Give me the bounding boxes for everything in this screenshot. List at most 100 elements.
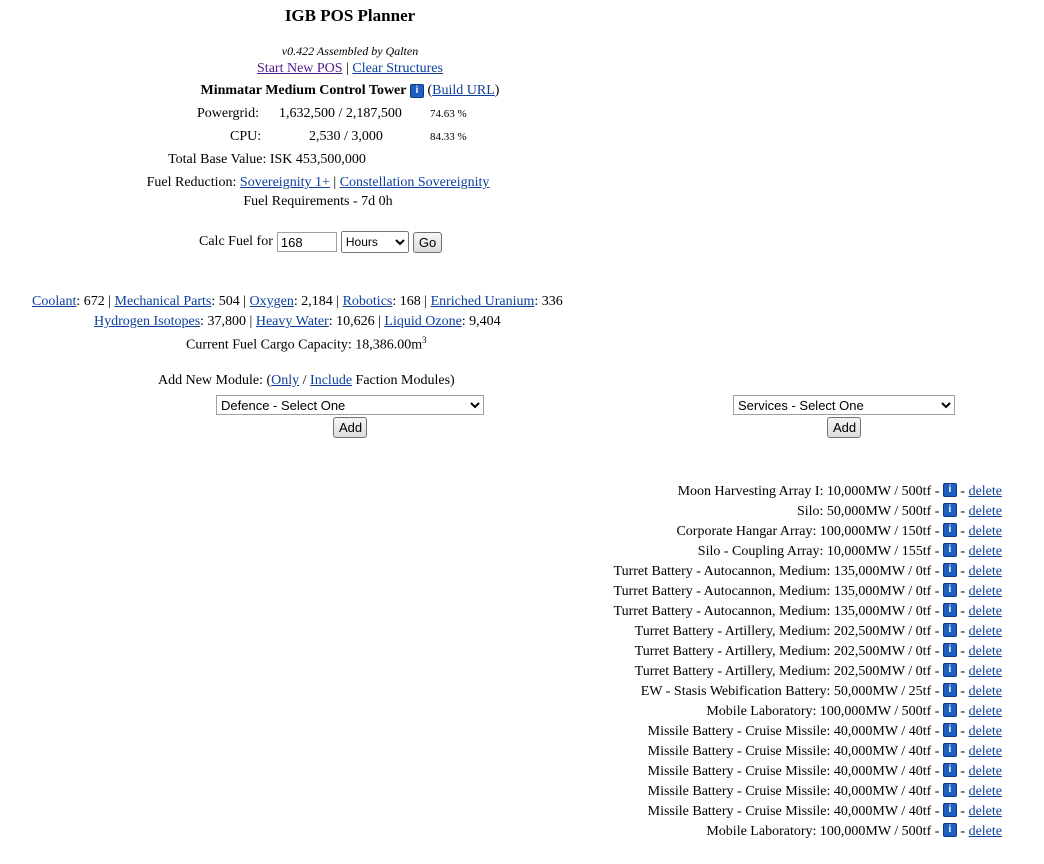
module-row: Turret Battery - Artillery, Medium: 202,… bbox=[614, 662, 1002, 682]
info-icon[interactable]: i bbox=[942, 503, 957, 517]
delete-module-link[interactable]: delete bbox=[969, 624, 1002, 639]
unit-select[interactable]: Hours bbox=[340, 231, 409, 253]
delete-module-link[interactable]: delete bbox=[969, 704, 1002, 719]
module-dash: - bbox=[956, 504, 969, 519]
info-icon[interactable]: i bbox=[942, 723, 957, 737]
delete-module-link[interactable]: delete bbox=[969, 684, 1002, 699]
delete-module-link[interactable]: delete bbox=[969, 764, 1002, 779]
info-icon[interactable]: i bbox=[942, 803, 957, 817]
add-services-button[interactable]: Add bbox=[827, 417, 861, 438]
info-icon[interactable]: i bbox=[942, 643, 957, 657]
module-list: Moon Harvesting Array I: 10,000MW / 500t… bbox=[614, 482, 1002, 842]
hours-input[interactable] bbox=[276, 232, 337, 252]
fuel-line-2: Hydrogen Isotopes: 37,800 | Heavy Water:… bbox=[94, 314, 501, 330]
delete-module-link[interactable]: delete bbox=[969, 504, 1002, 519]
delete-module-link[interactable]: delete bbox=[969, 784, 1002, 799]
info-icon[interactable]: i bbox=[942, 683, 957, 697]
module-dash: - bbox=[956, 544, 969, 559]
delete-module-link[interactable]: delete bbox=[969, 824, 1002, 839]
include-faction-link[interactable]: Include bbox=[310, 373, 352, 388]
info-icon[interactable]: i bbox=[942, 763, 957, 777]
module-dash: - bbox=[956, 724, 969, 739]
info-icon[interactable]: i bbox=[942, 543, 957, 557]
module-text: Turret Battery - Artillery, Medium: 202,… bbox=[634, 664, 940, 679]
add-defence-button[interactable]: Add bbox=[333, 417, 367, 438]
info-icon[interactable]: i bbox=[942, 823, 957, 837]
module-row: Corporate Hangar Array: 100,000MW / 150t… bbox=[614, 522, 1002, 542]
module-dash: - bbox=[956, 604, 969, 619]
info-icon[interactable]: i bbox=[942, 583, 957, 597]
tower-name: Minmatar Medium Control Tower bbox=[200, 83, 407, 98]
module-text: Turret Battery - Artillery, Medium: 202,… bbox=[634, 644, 940, 659]
only-faction-link[interactable]: Only bbox=[271, 373, 299, 388]
sovereignity-link[interactable]: Sovereignity 1+ bbox=[240, 175, 330, 190]
info-icon[interactable]: i bbox=[942, 483, 957, 497]
build-url-link[interactable]: Build URL bbox=[432, 83, 495, 98]
version-text: v0.422 Assembled by Qalten bbox=[281, 44, 419, 58]
delete-module-link[interactable]: delete bbox=[969, 584, 1002, 599]
module-row: Turret Battery - Autocannon, Medium: 135… bbox=[614, 602, 1002, 622]
module-dash: - bbox=[956, 684, 969, 699]
delete-module-link[interactable]: delete bbox=[969, 484, 1002, 499]
module-dash: - bbox=[956, 524, 969, 539]
delete-module-link[interactable]: delete bbox=[969, 564, 1002, 579]
liquid-ozone-link[interactable]: Liquid Ozone bbox=[384, 314, 461, 329]
heavy-water-link[interactable]: Heavy Water bbox=[256, 314, 329, 329]
module-row: Silo: 50,000MW / 500tf - i - delete bbox=[614, 502, 1002, 522]
services-select[interactable]: Services - Select One bbox=[733, 395, 955, 415]
info-icon[interactable]: i bbox=[942, 663, 957, 677]
cargo-unit-sup: 3 bbox=[422, 335, 427, 345]
module-dash: - bbox=[956, 624, 969, 639]
module-row: Mobile Laboratory: 100,000MW / 500tf - i… bbox=[614, 822, 1002, 842]
info-icon[interactable]: i bbox=[942, 623, 957, 637]
add-module-suffix: Faction Modules) bbox=[352, 373, 455, 388]
coolant-link[interactable]: Coolant bbox=[32, 294, 76, 309]
fuel-cargo-capacity: Current Fuel Cargo Capacity: 18,386.00m3 bbox=[186, 335, 427, 354]
robotics-value: : 168 | bbox=[392, 294, 431, 309]
defence-select[interactable]: Defence - Select One bbox=[216, 395, 484, 415]
module-text: Mobile Laboratory: 100,000MW / 500tf - bbox=[706, 704, 940, 719]
delete-module-link[interactable]: delete bbox=[969, 644, 1002, 659]
info-icon[interactable]: i bbox=[410, 84, 424, 98]
hydrogen-isotopes-link[interactable]: Hydrogen Isotopes bbox=[94, 314, 200, 329]
go-button[interactable]: Go bbox=[412, 231, 443, 253]
mechanical-parts-link[interactable]: Mechanical Parts bbox=[115, 294, 212, 309]
delete-module-link[interactable]: delete bbox=[969, 544, 1002, 559]
constellation-sovereignity-link[interactable]: Constellation Sovereignity bbox=[340, 175, 490, 190]
delete-module-link[interactable]: delete bbox=[969, 604, 1002, 619]
module-row: Missile Battery - Cruise Missile: 40,000… bbox=[614, 802, 1002, 822]
oxygen-link[interactable]: Oxygen bbox=[250, 294, 294, 309]
module-row: Moon Harvesting Array I: 10,000MW / 500t… bbox=[614, 482, 1002, 502]
info-icon[interactable]: i bbox=[942, 743, 957, 757]
coolant-value: : 672 | bbox=[76, 294, 115, 309]
liquid-ozone-value: : 9,404 bbox=[461, 314, 501, 329]
delete-module-link[interactable]: delete bbox=[969, 804, 1002, 819]
module-text: EW - Stasis Webification Battery: 50,000… bbox=[640, 684, 940, 699]
add-module-prefix: Add New Module: ( bbox=[158, 373, 272, 388]
cpu-pct: 84.33 % bbox=[430, 131, 467, 143]
info-icon[interactable]: i bbox=[942, 703, 957, 717]
module-text: Turret Battery - Autocannon, Medium: 135… bbox=[613, 604, 940, 619]
module-dash: - bbox=[956, 584, 969, 599]
delete-module-link[interactable]: delete bbox=[969, 524, 1002, 539]
robotics-link[interactable]: Robotics bbox=[343, 294, 393, 309]
start-new-pos-link[interactable]: Start New POS bbox=[257, 61, 343, 76]
calc-fuel-form: Calc Fuel for Hours Go bbox=[199, 231, 443, 253]
module-row: Missile Battery - Cruise Missile: 40,000… bbox=[614, 762, 1002, 782]
delete-module-link[interactable]: delete bbox=[969, 724, 1002, 739]
delete-module-link[interactable]: delete bbox=[969, 744, 1002, 759]
module-text: Corporate Hangar Array: 100,000MW / 150t… bbox=[676, 524, 940, 539]
info-icon[interactable]: i bbox=[942, 523, 957, 537]
info-icon[interactable]: i bbox=[942, 603, 957, 617]
info-icon[interactable]: i bbox=[942, 783, 957, 797]
cpu-label: CPU: bbox=[230, 129, 262, 144]
top-links: Start New POS | Clear Structures bbox=[0, 61, 700, 77]
mechanical-parts-value: : 504 | bbox=[211, 294, 250, 309]
info-icon[interactable]: i bbox=[942, 563, 957, 577]
module-text: Missile Battery - Cruise Missile: 40,000… bbox=[647, 724, 940, 739]
module-dash: - bbox=[956, 644, 969, 659]
enriched-uranium-link[interactable]: Enriched Uranium bbox=[431, 294, 535, 309]
module-row: Missile Battery - Cruise Missile: 40,000… bbox=[614, 742, 1002, 762]
clear-structures-link[interactable]: Clear Structures bbox=[352, 61, 443, 76]
delete-module-link[interactable]: delete bbox=[969, 664, 1002, 679]
